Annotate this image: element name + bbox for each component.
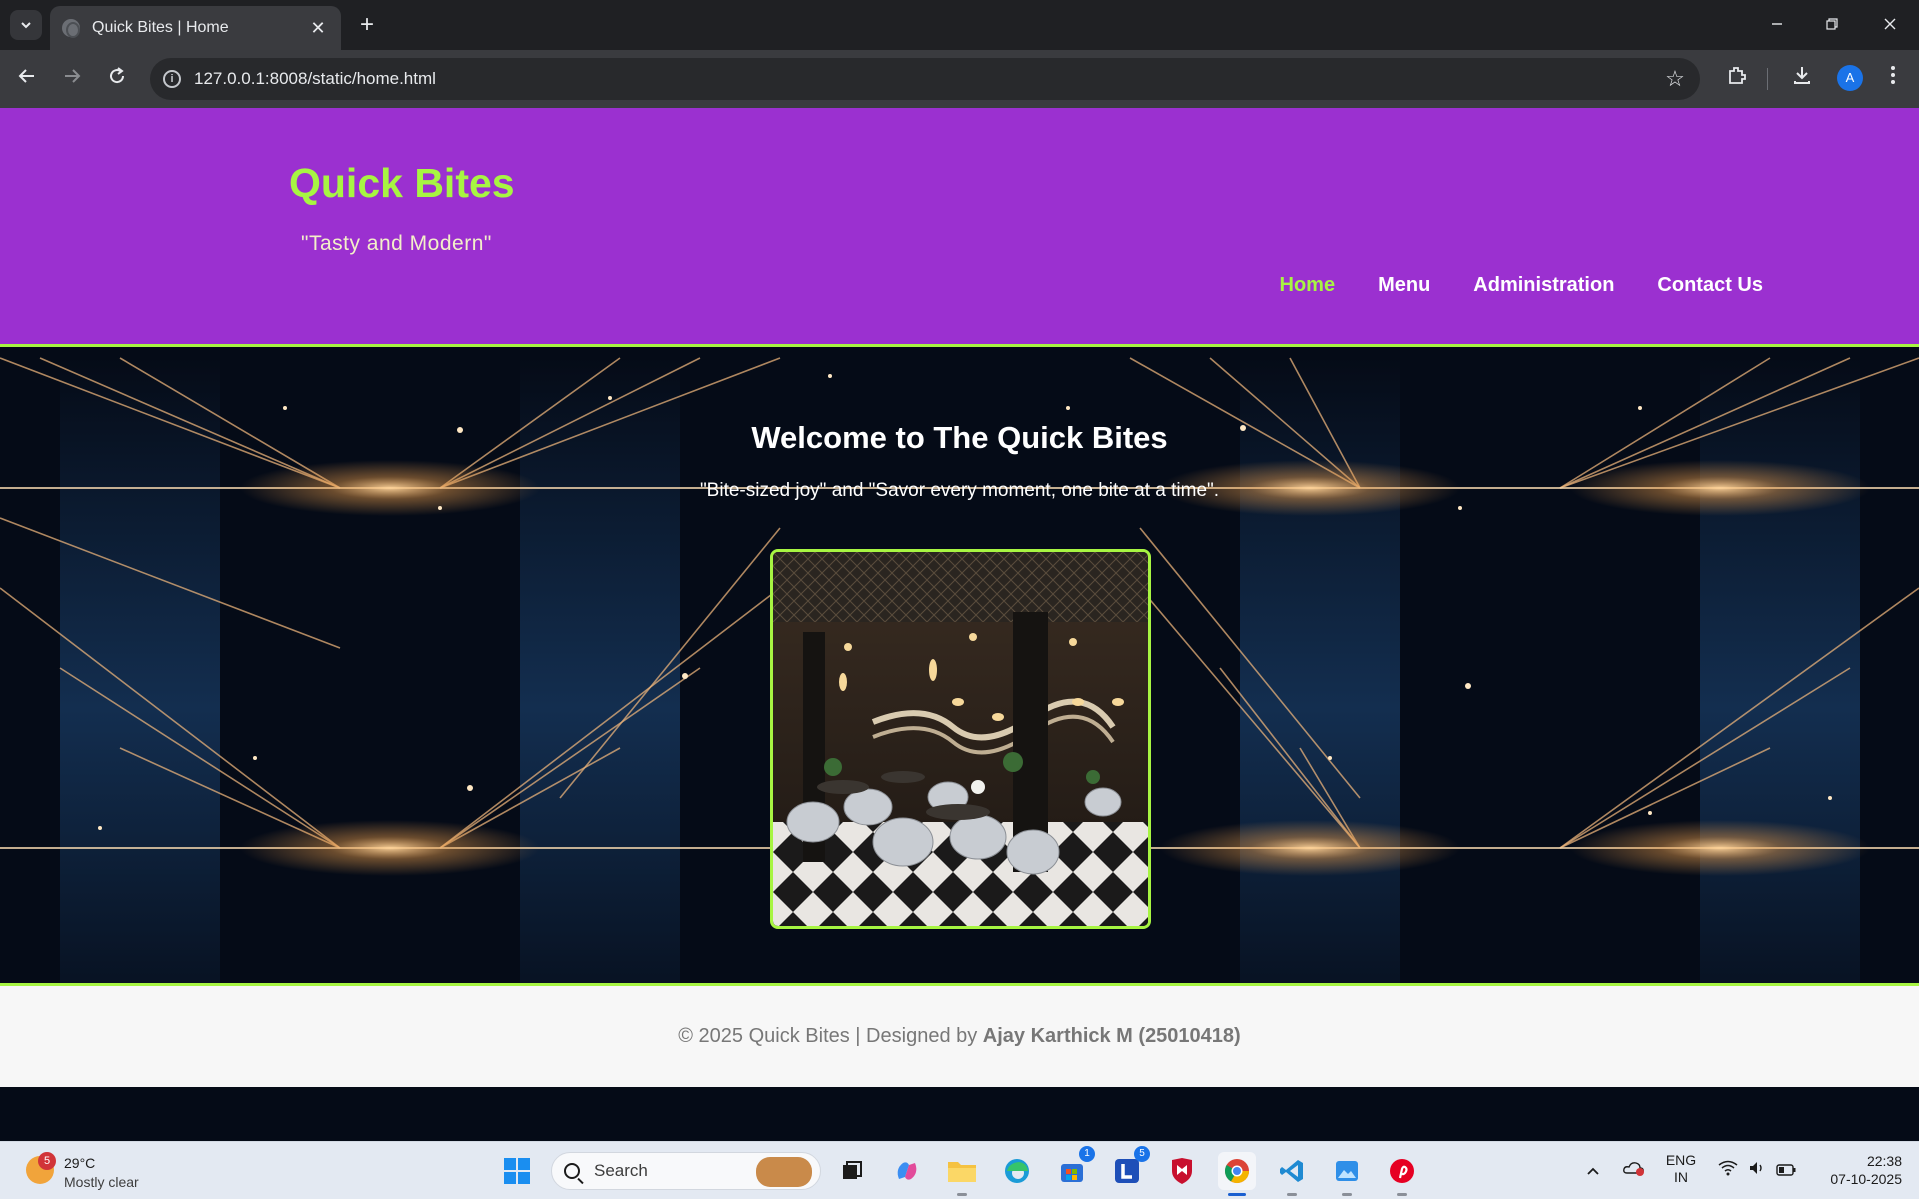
weather-widget[interactable]: 5 29°C Mostly clear xyxy=(24,1150,184,1192)
wifi-icon xyxy=(1718,1160,1738,1176)
photos-icon[interactable] xyxy=(1328,1152,1366,1196)
nav-menu-link[interactable]: Menu xyxy=(1378,274,1430,297)
onedrive-error-icon[interactable] xyxy=(1620,1142,1648,1199)
weather-condition: Mostly clear xyxy=(64,1174,139,1190)
volume-icon xyxy=(1750,1162,1762,1174)
quick-settings[interactable] xyxy=(1716,1142,1798,1199)
url-text[interactable]: 127.0.0.1:8008/static/home.html xyxy=(194,69,1650,89)
brand-tagline: "Tasty and Modern" xyxy=(301,232,492,255)
nav-administration-link[interactable]: Administration xyxy=(1473,274,1614,297)
weather-badge: 5 xyxy=(38,1152,56,1170)
show-hidden-icons-chevron-icon[interactable] xyxy=(1580,1142,1606,1199)
address-bar[interactable]: i 127.0.0.1:8008/static/home.html ☆ xyxy=(150,58,1700,100)
footer-prefix: © 2025 Quick Bites | Designed by xyxy=(678,1025,983,1047)
toolbar-divider xyxy=(1767,68,1768,90)
windows-taskbar: 5 29°C Mostly clear Search 1 5 ENG IN 22… xyxy=(0,1141,1919,1199)
language-label: ENG xyxy=(1665,1152,1697,1168)
windows-start-icon[interactable] xyxy=(498,1152,536,1190)
pinterest-icon[interactable] xyxy=(1383,1152,1421,1196)
back-arrow-icon[interactable] xyxy=(12,64,42,94)
l-app-icon[interactable]: 5 xyxy=(1108,1146,1150,1190)
bookmark-star-icon[interactable]: ☆ xyxy=(1650,66,1700,92)
browser-tab-bar: Quick Bites | Home ✕ + xyxy=(0,0,1919,50)
close-tab-icon[interactable]: ✕ xyxy=(307,18,329,39)
site-footer: © 2025 Quick Bites | Designed by Ajay Ka… xyxy=(0,983,1919,1087)
language-indicator[interactable]: ENG IN xyxy=(1660,1142,1702,1199)
clock[interactable]: 22:38 07-10-2025 xyxy=(1812,1142,1902,1199)
mcafee-shield-icon[interactable] xyxy=(1163,1152,1201,1190)
task-view-icon[interactable] xyxy=(833,1152,871,1190)
nav-home-link[interactable]: Home xyxy=(1280,274,1336,297)
welcome-slogan: "Bite-sized joy" and "Savor every moment… xyxy=(699,480,1220,501)
brand-title[interactable]: Quick Bites xyxy=(289,160,515,207)
file-explorer-running-indicator xyxy=(957,1193,967,1196)
region-label: IN xyxy=(1674,1169,1688,1185)
photos-running-indicator xyxy=(1342,1193,1352,1196)
taskbar-search-box[interactable]: Search xyxy=(551,1152,821,1190)
weather-temperature: 29°C xyxy=(64,1155,96,1171)
microsoft-store-icon[interactable]: 1 xyxy=(1053,1146,1095,1190)
battery-icon xyxy=(1776,1164,1796,1176)
site-info-icon[interactable]: i xyxy=(150,70,194,88)
browser-tab-active[interactable]: Quick Bites | Home ✕ xyxy=(50,6,341,50)
vscode-running-indicator xyxy=(1287,1193,1297,1196)
chrome-icon[interactable] xyxy=(1218,1152,1256,1196)
file-explorer-icon[interactable] xyxy=(943,1152,981,1196)
store-badge: 1 xyxy=(1079,1146,1095,1162)
globe-icon xyxy=(62,19,80,38)
new-tab-button[interactable]: + xyxy=(352,10,382,40)
pinterest-running-indicator xyxy=(1397,1193,1407,1196)
main-nav: Home Menu Administration Contact Us xyxy=(1280,274,1764,297)
web-page: Quick Bites "Tasty and Modern" Home Menu… xyxy=(0,108,1919,1141)
search-icon xyxy=(564,1163,580,1179)
chrome-active-indicator xyxy=(1228,1193,1246,1196)
reload-icon[interactable] xyxy=(102,64,132,94)
edge-browser-icon[interactable] xyxy=(998,1152,1036,1190)
download-icon[interactable] xyxy=(1787,64,1817,94)
forward-arrow-icon[interactable] xyxy=(57,64,87,94)
l-app-badge: 5 xyxy=(1134,1146,1150,1162)
chevron-down-icon xyxy=(21,22,31,29)
clock-time: 22:38 xyxy=(1866,1153,1902,1169)
tab-title: Quick Bites | Home xyxy=(92,19,229,36)
clock-date: 07-10-2025 xyxy=(1830,1171,1902,1187)
footer-credit: © 2025 Quick Bites | Designed by Ajay Ka… xyxy=(0,1025,1919,1048)
nav-contact-link[interactable]: Contact Us xyxy=(1657,274,1763,297)
vscode-icon[interactable] xyxy=(1273,1152,1311,1196)
welcome-heading: Welcome to The Quick Bites xyxy=(751,420,1168,455)
extensions-icon[interactable] xyxy=(1722,64,1752,94)
taskbar-search-label: Search xyxy=(594,1161,648,1180)
restaurant-interior-image xyxy=(773,552,1148,926)
copilot-icon[interactable] xyxy=(888,1152,926,1190)
footer-author: Ajay Karthick M (25010418) xyxy=(982,1025,1241,1047)
minimize-window-icon[interactable] xyxy=(1757,8,1797,42)
restore-window-icon[interactable] xyxy=(1812,8,1852,42)
browser-toolbar: i 127.0.0.1:8008/static/home.html ☆ A xyxy=(0,50,1919,108)
profile-avatar[interactable]: A xyxy=(1837,65,1863,91)
search-highlight-icon xyxy=(756,1157,812,1187)
restaurant-photo xyxy=(770,549,1151,929)
more-menu-icon[interactable] xyxy=(1878,64,1908,94)
tab-search-button[interactable] xyxy=(10,10,42,40)
close-window-icon[interactable] xyxy=(1870,8,1910,42)
site-header: Quick Bites "Tasty and Modern" Home Menu… xyxy=(0,108,1919,347)
